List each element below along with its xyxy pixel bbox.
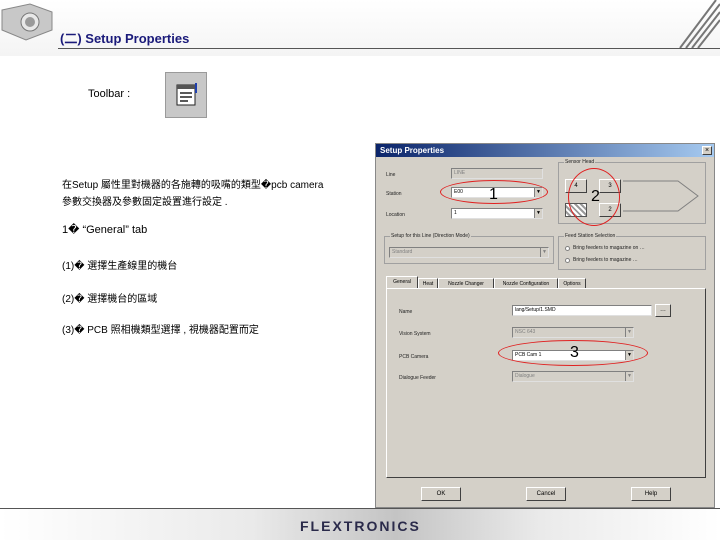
feed-station-group: Feed Station Selection Bring feeders to … [558,233,706,270]
header-decoration [679,0,720,48]
sensor-head-group-title: Sensor Head [564,159,596,165]
cancel-button[interactable]: Cancel [526,487,566,501]
location-dropdown[interactable]: 1 ▼ [451,208,543,219]
general-tab-heading: 1� “General” tab [62,224,148,236]
projector-icon [1,3,53,41]
line-field[interactable]: LINE [451,168,543,179]
radio-bring-feeders-2-label: Bring feeders to magazine … [573,257,638,263]
description-line-1: 在Setup 屬性里對機器的各施轉的吸嘴的類型�pcb camera [62,180,324,191]
name-label: Name [399,309,413,315]
tab-options[interactable]: Options [558,278,586,288]
station-label: Station [386,191,402,197]
page-title: (二) Setup Properties [60,31,190,46]
header-divider [58,48,720,49]
annotation-number-2: 2 [591,188,600,205]
setup-line-value: Standard [392,249,413,255]
annotation-number-3: 3 [570,344,579,361]
radio-bring-feeders-1[interactable] [565,246,570,251]
radio-bring-feeders-1-label: Bring feeders to magazine on … [573,245,645,251]
general-tab-panel: Name lang/Setup/1.SMD … Vision System NS… [386,288,706,478]
step-1-text: (1)� 選擇生產線里的機台 [62,261,178,272]
chevron-down-icon[interactable]: ▼ [534,209,542,218]
flextronics-logo: FLEXTRONICS [300,518,421,534]
chevron-down-icon[interactable]: ▼ [625,372,633,381]
vision-system-value: NSC 643 [515,329,536,335]
location-label: Location [386,212,405,218]
description-line-2: 參數交換器及參數固定設置進行設定 . [62,197,228,208]
pcb-camera-label: PCB Camera [399,354,429,360]
help-button[interactable]: Help [631,487,671,501]
chevron-down-icon[interactable]: ▼ [540,248,548,257]
line-label: Line [386,172,396,178]
vision-system-dropdown[interactable]: NSC 643 ▼ [512,327,634,338]
dialog-title: Setup Properties [376,144,714,157]
name-field[interactable]: lang/Setup/1.SMD [512,305,652,316]
tab-heat[interactable]: Heat [418,278,438,288]
chevron-down-icon[interactable]: ▼ [625,328,633,337]
dialogue-feeder-dropdown[interactable]: Dialogue ▼ [512,371,634,382]
toolbar-label: Toolbar : [88,88,131,100]
annotation-number-1: 1 [489,186,498,203]
browse-button[interactable]: … [655,304,671,317]
close-button[interactable]: × [702,146,712,155]
tab-nozzle-configuration[interactable]: Nozzle Configuration [494,278,558,288]
step-3-text: (3)� PCB 照相機類型選擇 , 視機器配置而定 [62,325,259,336]
setup-line-group-title: Setup for this Line (Direction Mode) [390,233,471,239]
setup-properties-toolbar-button[interactable] [165,72,207,118]
step-2-text: (2)� 選擇機台的區域 [62,294,158,305]
dialogue-feeder-value: Dialogue [515,373,535,379]
head-arrow-icon [623,180,699,212]
ok-button[interactable]: OK [421,487,461,501]
properties-icon [176,83,197,106]
location-value: 1 [454,210,457,216]
setup-line-dropdown[interactable]: Standard ▼ [389,247,549,258]
radio-bring-feeders-2[interactable] [565,258,570,263]
tab-general[interactable]: General [386,276,418,288]
setup-properties-dialog: Setup Properties × Line LINE Station E00… [375,143,715,508]
tab-nozzle-changer[interactable]: Nozzle Changer [438,278,494,288]
setup-line-group: Setup for this Line (Direction Mode) Sta… [384,233,554,264]
vision-system-label: Vision System [399,331,431,337]
feed-station-group-title: Feed Station Selection [564,233,617,239]
dialogue-feeder-label: Dialogue Feeder [399,375,436,381]
